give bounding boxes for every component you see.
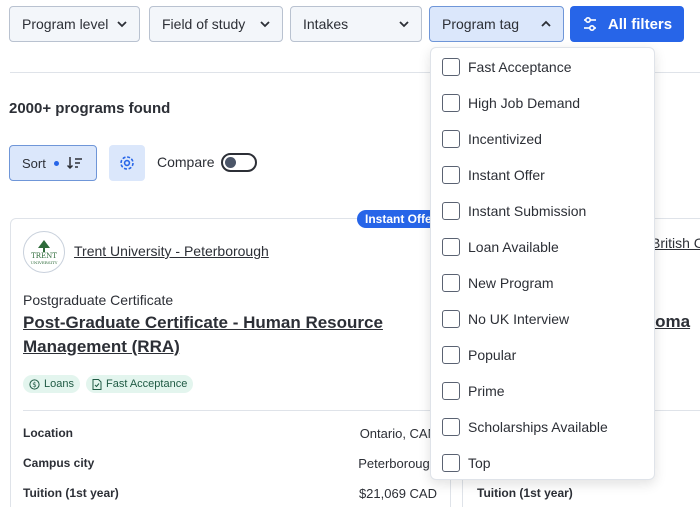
checkbox[interactable] bbox=[442, 418, 460, 436]
program-search-page: Program level Field of study Intakes Pro… bbox=[0, 0, 700, 507]
option-incentivized[interactable]: Incentivized bbox=[442, 129, 542, 149]
school-name-link[interactable]: Trent University - Peterborough bbox=[74, 243, 269, 259]
program-level: Postgraduate Certificate bbox=[23, 292, 174, 308]
option-top[interactable]: Top bbox=[442, 453, 491, 473]
option-label: Instant Offer bbox=[468, 167, 545, 183]
location-label: Location bbox=[23, 426, 73, 440]
chevron-down-icon bbox=[117, 21, 127, 28]
checkbox[interactable] bbox=[442, 166, 460, 184]
compare-label: Compare bbox=[157, 154, 215, 170]
option-fast-acceptance[interactable]: Fast Acceptance bbox=[442, 57, 572, 77]
checkbox[interactable] bbox=[442, 130, 460, 148]
settings-button[interactable] bbox=[109, 145, 145, 181]
program-title-link[interactable]: Post-Graduate Certificate - Human Resour… bbox=[23, 311, 403, 359]
option-scholarships-available[interactable]: Scholarships Available bbox=[442, 417, 608, 437]
option-label: Loan Available bbox=[468, 239, 559, 255]
option-label: Prime bbox=[468, 383, 505, 399]
tuition-label: Tuition (1st year) bbox=[23, 486, 119, 500]
intakes-filter[interactable]: Intakes bbox=[290, 6, 422, 42]
all-filters-label: All filters bbox=[607, 15, 673, 33]
document-icon bbox=[92, 378, 102, 390]
all-filters-button[interactable]: All filters bbox=[570, 6, 684, 42]
results-count: 2000+ programs found bbox=[9, 100, 171, 117]
option-popular[interactable]: Popular bbox=[442, 345, 516, 365]
option-label: No UK Interview bbox=[468, 311, 570, 327]
gear-icon bbox=[120, 156, 134, 170]
fast-acceptance-tag-label: Fast Acceptance bbox=[105, 378, 188, 390]
campus-city-value: Peterborough bbox=[358, 456, 437, 471]
option-label: High Job Demand bbox=[468, 95, 581, 111]
program-level-label: Program level bbox=[22, 16, 109, 32]
option-label: New Program bbox=[468, 275, 554, 291]
option-new-program[interactable]: New Program bbox=[442, 273, 554, 293]
program-tag-label: Program tag bbox=[442, 16, 520, 32]
option-label: Incentivized bbox=[468, 131, 542, 147]
tuition-value: $21,069 CAD bbox=[358, 486, 437, 501]
loans-tag-label: Loans bbox=[44, 378, 74, 390]
option-label: Scholarships Available bbox=[468, 419, 608, 435]
option-label: Instant Submission bbox=[468, 203, 587, 219]
option-label: Popular bbox=[468, 347, 517, 363]
chevron-down-icon bbox=[260, 21, 270, 28]
sort-button[interactable]: Sort bbox=[9, 145, 97, 181]
sort-descending-icon bbox=[66, 157, 82, 170]
loans-tag: $ Loans bbox=[23, 375, 80, 393]
sort-active-dot bbox=[53, 160, 59, 166]
campus-city-label: Campus city bbox=[23, 456, 95, 470]
checkbox[interactable] bbox=[442, 310, 460, 328]
chevron-down-icon bbox=[399, 21, 409, 28]
option-instant-offer[interactable]: Instant Offer bbox=[442, 165, 545, 185]
toggle-knob bbox=[225, 157, 236, 168]
checkbox[interactable] bbox=[442, 382, 460, 400]
option-loan-available[interactable]: Loan Available bbox=[442, 237, 559, 257]
chevron-up-icon bbox=[541, 20, 551, 27]
program-tag-dropdown: Fast Acceptance High Job Demand Incentiv… bbox=[430, 47, 655, 480]
checkbox[interactable] bbox=[442, 202, 460, 220]
option-label: Top bbox=[468, 455, 491, 471]
program-tags: $ Loans Fast Acceptance bbox=[23, 375, 194, 393]
checkbox[interactable] bbox=[442, 94, 460, 112]
field-of-study-label: Field of study bbox=[162, 16, 246, 32]
checkbox[interactable] bbox=[442, 346, 460, 364]
checkbox[interactable] bbox=[442, 58, 460, 76]
checkbox[interactable] bbox=[442, 454, 460, 472]
option-prime[interactable]: Prime bbox=[442, 381, 505, 401]
option-no-uk-interview[interactable]: No UK Interview bbox=[442, 309, 569, 329]
program-level-filter[interactable]: Program level bbox=[9, 6, 140, 42]
school-name-link[interactable]: British C bbox=[651, 235, 700, 251]
logo-subtext: UNIVERSITY bbox=[30, 259, 58, 265]
option-high-job-demand[interactable]: High Job Demand bbox=[442, 93, 580, 113]
option-label: Fast Acceptance bbox=[468, 59, 572, 75]
option-instant-submission[interactable]: Instant Submission bbox=[442, 201, 586, 221]
checkbox[interactable] bbox=[442, 238, 460, 256]
tree-icon bbox=[38, 239, 50, 252]
card-divider bbox=[23, 410, 437, 411]
intakes-label: Intakes bbox=[303, 16, 349, 32]
compare-toggle[interactable] bbox=[221, 153, 257, 172]
svg-text:$: $ bbox=[32, 381, 36, 389]
sort-label: Sort bbox=[22, 155, 46, 171]
checkbox[interactable] bbox=[442, 274, 460, 292]
dollar-icon: $ bbox=[29, 378, 40, 390]
logo-text: TRENT bbox=[31, 251, 57, 260]
tuition-label: Tuition (1st year) bbox=[477, 486, 573, 500]
fast-acceptance-tag: Fast Acceptance bbox=[85, 375, 194, 393]
program-tag-filter[interactable]: Program tag bbox=[429, 6, 564, 42]
location-value: Ontario, CAN bbox=[359, 426, 437, 441]
school-logo: TRENT UNIVERSITY bbox=[23, 231, 65, 273]
sliders-icon bbox=[583, 16, 596, 32]
field-of-study-filter[interactable]: Field of study bbox=[149, 6, 283, 42]
